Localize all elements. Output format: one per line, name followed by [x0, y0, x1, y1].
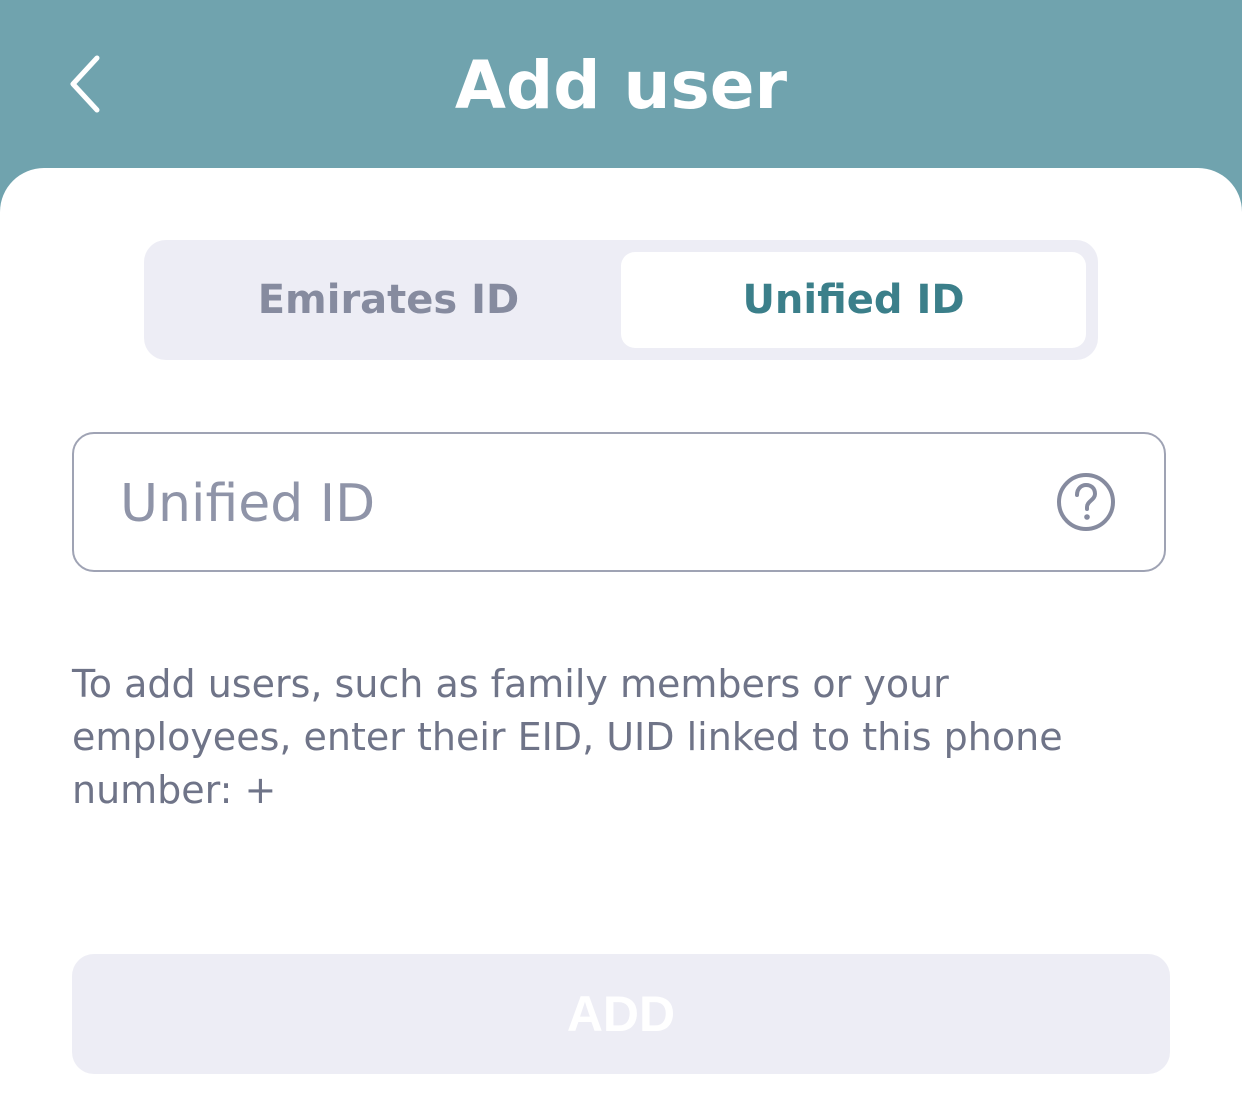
content-sheet: Emirates ID Unified ID To add users, suc… [0, 168, 1242, 1104]
hint-text: To add users, such as family members or … [72, 662, 1063, 812]
id-type-segmented-control: Emirates ID Unified ID [144, 240, 1098, 360]
unified-id-field-container [72, 432, 1166, 572]
add-button[interactable]: ADD [72, 954, 1170, 1074]
page-title: Add user [454, 47, 788, 124]
tab-emirates-id[interactable]: Emirates ID [156, 252, 621, 348]
question-circle-icon[interactable] [1056, 472, 1116, 532]
tab-unified-id[interactable]: Unified ID [621, 252, 1086, 348]
unified-id-input[interactable] [120, 464, 1020, 544]
